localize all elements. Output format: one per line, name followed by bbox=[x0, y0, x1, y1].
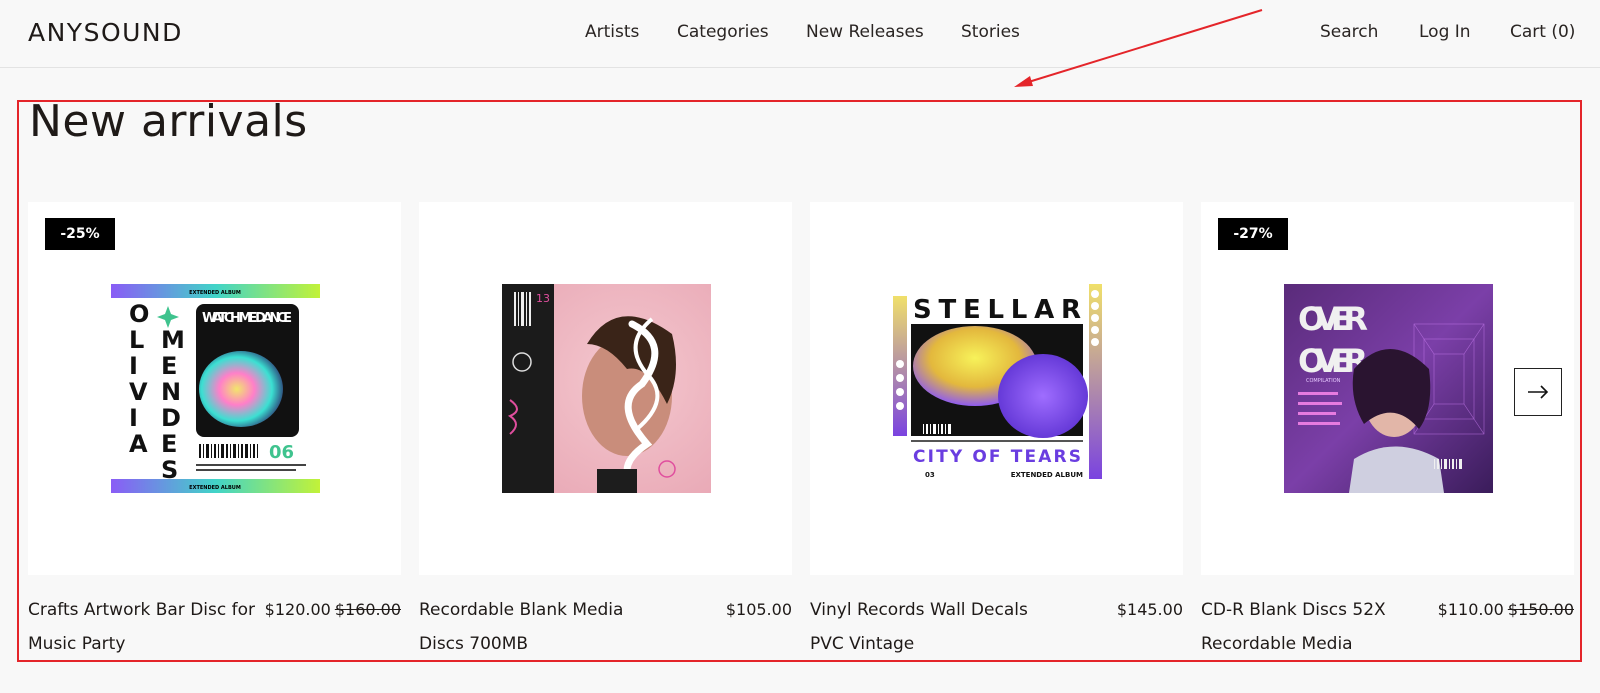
album-cover-image[interactable]: 13 bbox=[502, 284, 711, 493]
discount-badge: -27% bbox=[1218, 218, 1288, 250]
site-header: ANYSOUND Artists Categories New Releases… bbox=[0, 0, 1600, 68]
search-link[interactable]: Search bbox=[1320, 22, 1378, 42]
discount-badge: -25% bbox=[45, 218, 115, 250]
cover-number: 06 bbox=[269, 442, 294, 463]
site-logo[interactable]: ANYSOUND bbox=[28, 18, 183, 47]
cover-caption: EXTENDED ALBUM bbox=[1011, 471, 1083, 479]
svg-text:N: N bbox=[161, 378, 181, 406]
product-card-image[interactable]: -25% EXTENDED ALBUM EXTENDED ALBUM O L I… bbox=[28, 202, 401, 575]
original-price: $150.00 bbox=[1507, 600, 1574, 619]
cover-top-text: EXTENDED ALBUM bbox=[189, 290, 241, 296]
cover-headline-1: OVER bbox=[1298, 300, 1368, 338]
current-price: $110.00 bbox=[1437, 600, 1504, 619]
product-card-image[interactable]: STELLAR CITY OF TEARS 03 EXTENDED ALBUM bbox=[810, 202, 1183, 575]
cover-bottom-text: EXTENDED ALBUM bbox=[189, 485, 241, 491]
arrow-right-icon bbox=[1528, 385, 1549, 399]
svg-text:I: I bbox=[129, 404, 138, 432]
cart-link[interactable]: Cart (0) bbox=[1510, 22, 1575, 42]
current-price: $120.00 bbox=[264, 600, 331, 619]
product-title[interactable]: Crafts Artwork Bar Disc for Music Party bbox=[28, 593, 263, 661]
cover-number: 13 bbox=[536, 292, 550, 305]
nav-item-artists[interactable]: Artists bbox=[585, 22, 639, 42]
svg-text:A: A bbox=[129, 430, 148, 458]
product-title[interactable]: CD-R Blank Discs 52X Recordable Media bbox=[1201, 593, 1436, 661]
album-cover-image[interactable]: OVER OVER COMPILATION bbox=[1284, 284, 1493, 493]
svg-text:E: E bbox=[161, 430, 177, 458]
product-title[interactable]: Recordable Blank Media Discs 700MB bbox=[419, 593, 654, 661]
cover-headline: WATCH ME DANCE bbox=[202, 311, 292, 326]
current-price: $105.00 bbox=[725, 600, 792, 619]
cover-caption: COMPILATION bbox=[1306, 378, 1341, 384]
product-card-image[interactable]: 13 bbox=[419, 202, 792, 575]
section-title: New arrivals bbox=[29, 96, 308, 147]
carousel-next-button[interactable] bbox=[1514, 368, 1562, 416]
product-price: $110.00 $150.00 bbox=[1438, 593, 1574, 627]
nav-item-new-releases[interactable]: New Releases bbox=[806, 22, 924, 42]
svg-text:D: D bbox=[161, 404, 181, 432]
cover-number: 03 bbox=[925, 471, 935, 479]
login-link[interactable]: Log In bbox=[1419, 22, 1471, 42]
product-price: $145.00 bbox=[1117, 593, 1183, 627]
current-price: $145.00 bbox=[1116, 600, 1183, 619]
original-price: $160.00 bbox=[334, 600, 401, 619]
svg-text:E: E bbox=[161, 352, 177, 380]
svg-text:L: L bbox=[129, 326, 144, 354]
svg-text:V: V bbox=[129, 378, 148, 406]
product-price: $105.00 bbox=[726, 593, 792, 627]
album-cover-image[interactable]: EXTENDED ALBUM EXTENDED ALBUM O L I V I … bbox=[111, 284, 320, 493]
svg-text:I: I bbox=[129, 352, 138, 380]
nav-item-stories[interactable]: Stories bbox=[961, 22, 1020, 42]
album-cover-image[interactable]: STELLAR CITY OF TEARS 03 EXTENDED ALBUM bbox=[893, 284, 1102, 493]
product-title[interactable]: Vinyl Records Wall Decals PVC Vintage bbox=[810, 593, 1045, 661]
svg-text:M: M bbox=[161, 326, 185, 354]
product-price: $120.00 $160.00 bbox=[265, 593, 401, 627]
cover-subhead: CITY OF TEARS bbox=[913, 447, 1081, 467]
svg-text:O: O bbox=[129, 300, 149, 328]
svg-text:S: S bbox=[161, 456, 178, 484]
nav-item-categories[interactable]: Categories bbox=[677, 22, 769, 42]
